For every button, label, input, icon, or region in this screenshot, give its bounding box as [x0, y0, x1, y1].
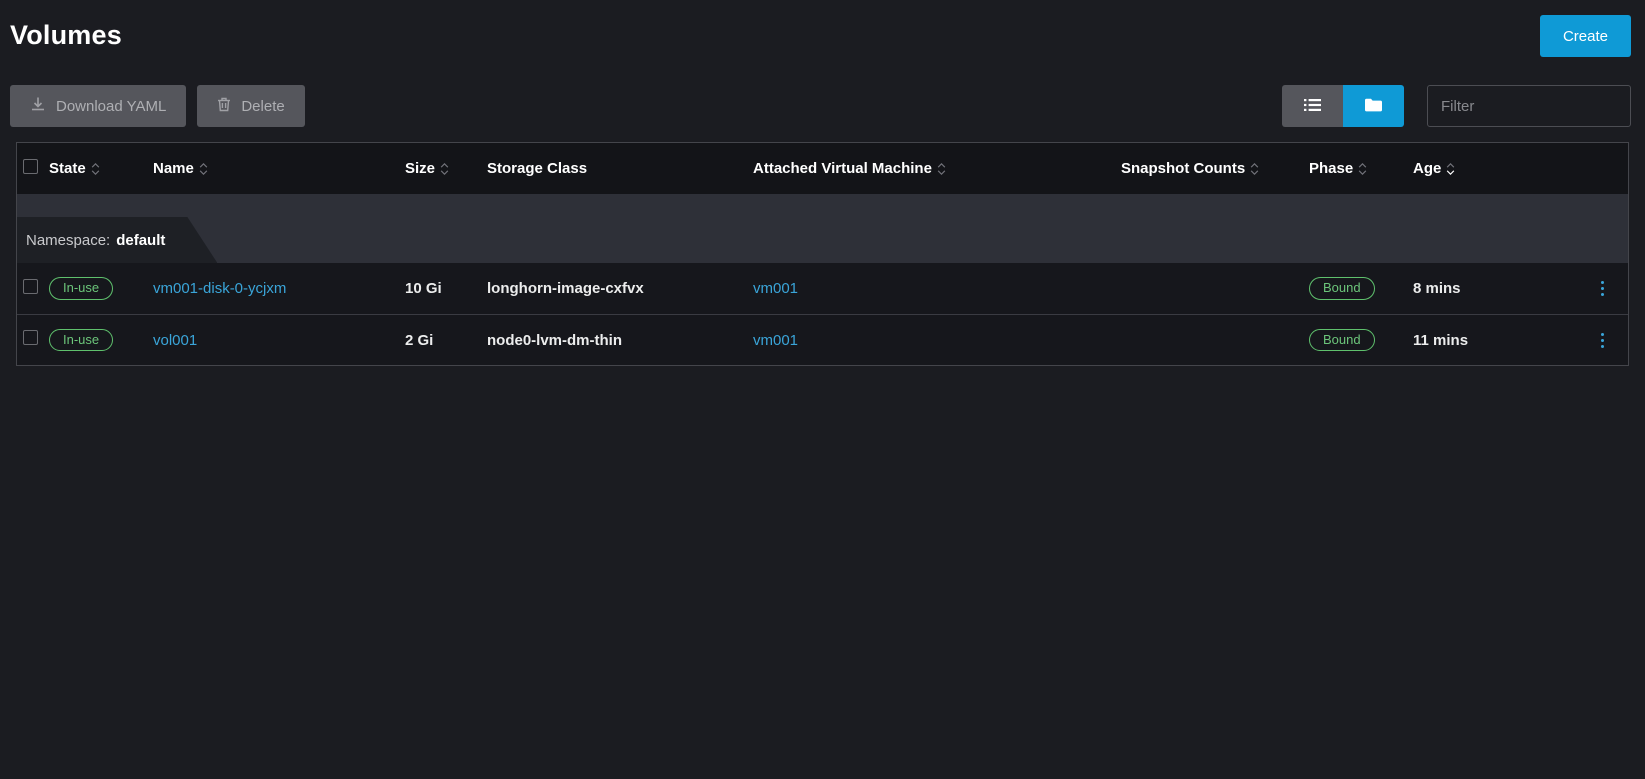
sort-chevrons-icon	[1358, 163, 1367, 175]
volume-name-link[interactable]: vm001-disk-0-ycjxm	[153, 280, 286, 297]
namespace-group-value: default	[116, 232, 165, 249]
sort-chevrons-icon	[1446, 163, 1455, 175]
phase-badge: Bound	[1309, 329, 1375, 352]
select-all-checkbox[interactable]	[23, 159, 38, 174]
size-cell: 10 Gi	[405, 280, 487, 297]
download-yaml-button[interactable]: Download YAML	[10, 85, 186, 127]
sort-chevrons-icon	[937, 163, 946, 175]
trash-icon	[217, 97, 231, 116]
attached-vm-link[interactable]: vm001	[753, 280, 798, 297]
list-icon	[1304, 98, 1321, 115]
table-row: In-use vm001-disk-0-ycjxm 10 Gi longhorn…	[17, 263, 1628, 314]
bulk-actions: Download YAML Delete	[10, 85, 305, 127]
column-header-size[interactable]: Size	[405, 160, 487, 177]
download-icon	[30, 96, 46, 116]
filter-input[interactable]	[1427, 85, 1631, 127]
state-badge: In-use	[49, 277, 113, 300]
sort-chevrons-icon	[199, 163, 208, 175]
storage-class-cell: node0-lvm-dm-thin	[487, 332, 753, 349]
table-header-row: State Name Size Storage Class Attach	[17, 143, 1628, 194]
volumes-table: State Name Size Storage Class Attach	[16, 142, 1629, 366]
toolbar: Download YAML Delete	[10, 85, 1631, 127]
kebab-icon[interactable]	[1596, 329, 1609, 352]
create-button[interactable]: Create	[1540, 15, 1631, 57]
namespace-group-label: Namespace:	[26, 232, 110, 249]
top-bar: Volumes Create	[0, 0, 1645, 57]
column-header-name[interactable]: Name	[153, 160, 405, 177]
attached-vm-link[interactable]: vm001	[753, 332, 798, 349]
size-cell: 2 Gi	[405, 332, 487, 349]
storage-class-cell: longhorn-image-cxfvx	[487, 280, 753, 297]
row-checkbox[interactable]	[23, 279, 38, 294]
page-title: Volumes	[10, 20, 122, 51]
download-yaml-label: Download YAML	[56, 98, 166, 115]
column-header-phase[interactable]: Phase	[1309, 160, 1413, 177]
sort-chevrons-icon	[440, 163, 449, 175]
column-header-age[interactable]: Age	[1413, 160, 1517, 177]
table-row: In-use vol001 2 Gi node0-lvm-dm-thin vm0…	[17, 314, 1628, 365]
volume-name-link[interactable]: vol001	[153, 332, 197, 349]
namespace-group-row: Namespace: default	[17, 194, 1628, 263]
delete-label: Delete	[241, 98, 284, 115]
column-header-snapshot-counts[interactable]: Snapshot Counts	[1121, 160, 1309, 177]
delete-button[interactable]: Delete	[197, 85, 304, 127]
table-controls	[1282, 85, 1631, 127]
column-header-state[interactable]: State	[49, 160, 153, 177]
group-view-button[interactable]	[1343, 85, 1404, 127]
namespace-group-tab: Namespace: default	[17, 217, 217, 263]
phase-badge: Bound	[1309, 277, 1375, 300]
sort-chevrons-icon	[1250, 163, 1259, 175]
column-header-attached-vm[interactable]: Attached Virtual Machine	[753, 160, 1121, 177]
kebab-icon[interactable]	[1596, 277, 1609, 300]
list-view-button[interactable]	[1282, 85, 1343, 127]
state-badge: In-use	[49, 329, 113, 352]
folder-icon	[1365, 98, 1382, 115]
column-header-storage-class: Storage Class	[487, 160, 753, 177]
age-cell: 8 mins	[1413, 280, 1517, 297]
row-checkbox[interactable]	[23, 330, 38, 345]
age-cell: 11 mins	[1413, 332, 1517, 349]
view-mode-toggle	[1282, 85, 1404, 127]
sort-chevrons-icon	[91, 163, 100, 175]
